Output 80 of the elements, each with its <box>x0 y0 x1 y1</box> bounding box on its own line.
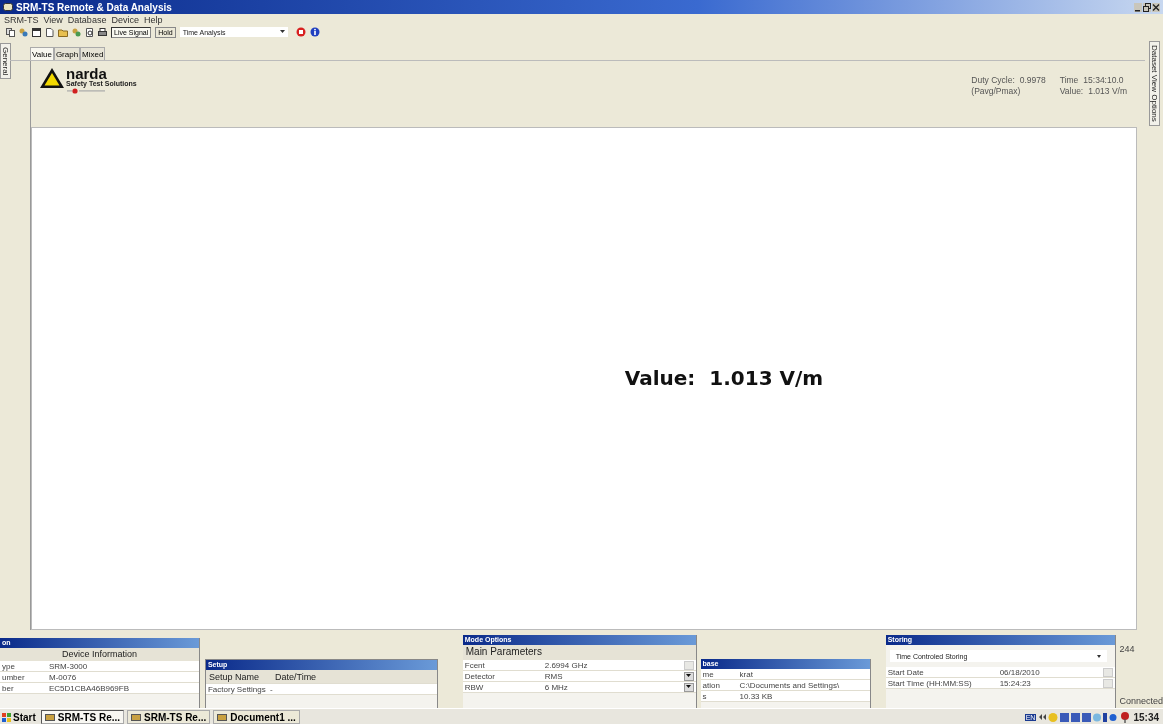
count-text: 244 <box>1119 644 1136 654</box>
preview-icon[interactable] <box>85 27 94 37</box>
tab[interactable]: Graph <box>53 47 81 60</box>
menu-item[interactable]: SRM-TS <box>4 14 39 25</box>
menu-item[interactable]: Database <box>67 14 107 25</box>
print-icon[interactable] <box>98 27 107 37</box>
pin-icon[interactable] <box>1120 711 1131 723</box>
setting-value: 15:24:23 <box>998 678 1032 688</box>
taskbar-button[interactable]: Document1 ... <box>213 710 300 724</box>
menu-item[interactable]: Device <box>111 14 139 25</box>
restore-icon[interactable] <box>1143 2 1151 12</box>
side-tab[interactable]: Dataset View Options <box>1148 41 1160 126</box>
open-folder-icon[interactable] <box>58 27 68 37</box>
readout-label: Duty Cycle: <box>971 75 1015 85</box>
caret-icon <box>279 30 285 34</box>
minimize-icon[interactable] <box>1134 2 1142 12</box>
setting-name: Start Time (HH:MM:SS) <box>886 678 973 688</box>
clock: 15:34 <box>1133 711 1159 723</box>
table-cell-text: EC5D1CBA46B969FB <box>48 683 130 693</box>
table-cell-text: M-0076 <box>48 672 77 682</box>
tab[interactable]: Value <box>30 47 54 60</box>
parameter-value: RMS <box>543 671 564 681</box>
parameter-value: 2.6994 GHz <box>543 660 589 670</box>
dropdown-button[interactable] <box>683 682 694 692</box>
dropdown-button[interactable] <box>683 671 694 681</box>
new-file-icon[interactable] <box>45 27 54 37</box>
info-icon[interactable] <box>309 27 320 37</box>
stop-icon[interactable] <box>295 27 306 37</box>
caret-icon <box>686 685 692 689</box>
table-cell-text: C:\Documents and Settings\ <box>738 680 840 690</box>
caret-icon <box>686 674 692 678</box>
tab[interactable]: Mixed <box>80 47 106 60</box>
table-cell-text: SRM-3000 <box>48 661 88 671</box>
setting-value: 06/18/2010 <box>998 667 1041 677</box>
table-header: Device Information <box>0 648 199 661</box>
table-cell-text: ation <box>701 680 721 690</box>
windows-flag-icon <box>2 712 11 722</box>
readout-label: Value: <box>1059 86 1084 96</box>
close-icon[interactable] <box>1152 2 1160 12</box>
table-cell-text: ype <box>1 661 16 671</box>
value-label: Value: <box>624 365 696 390</box>
menu-item[interactable]: Help <box>143 14 163 25</box>
setting-name: Start Date <box>886 667 925 677</box>
table-cell[interactable]: Factory Settings <box>205 684 268 694</box>
table-cell-text: umber <box>1 672 26 682</box>
copy-icon[interactable] <box>6 27 15 37</box>
table-cell-text: 10.33 KB <box>738 691 773 701</box>
parameter-name: Detector <box>463 671 496 681</box>
tray-icons-drawing[interactable] <box>1039 711 1118 723</box>
parameter-name: RBW <box>463 682 485 692</box>
table-cell[interactable]: - <box>267 684 273 694</box>
folder-icon <box>44 713 55 721</box>
readout-value: 0.9978 <box>1019 75 1046 85</box>
window-icon[interactable] <box>32 27 41 37</box>
readout-value: 15:34:10.0 <box>1083 75 1124 85</box>
table-cell-text: ber <box>1 683 15 693</box>
window-title: SRM-TS Remote & Data Analysis <box>16 1 172 13</box>
connection-status: Connected <box>1119 696 1163 706</box>
table-cell-text: s <box>701 691 708 701</box>
table-cell-text: krat <box>738 669 753 679</box>
start-button[interactable]: Start <box>0 711 38 723</box>
value-reading: 1.013 V/m <box>709 365 824 390</box>
readout-value: 1.013 V/m <box>1088 86 1127 96</box>
caret-icon <box>1097 654 1102 658</box>
taskbar-button[interactable]: SRM-TS Re... <box>127 710 211 724</box>
readout-label: (Pavg/Pmax) <box>971 86 1022 96</box>
section-header: Main Parameters <box>462 645 696 660</box>
parameter-name: Fcent <box>463 660 486 670</box>
side-tab[interactable]: General <box>0 43 11 80</box>
folder-icon <box>131 713 142 721</box>
taskbar-button[interactable]: SRM-TS Re... <box>40 710 125 724</box>
warning-triangle-icon <box>39 67 65 89</box>
company-mark-icon <box>66 88 106 94</box>
parameter-value: 6 MHz <box>543 682 569 692</box>
logo-name: narda <box>66 67 107 80</box>
table-cell-text: me <box>701 669 715 679</box>
app-icon <box>3 3 13 11</box>
folder-icon <box>217 713 228 721</box>
menu-item[interactable]: View <box>43 14 63 25</box>
readout-label: Time <box>1059 75 1079 85</box>
